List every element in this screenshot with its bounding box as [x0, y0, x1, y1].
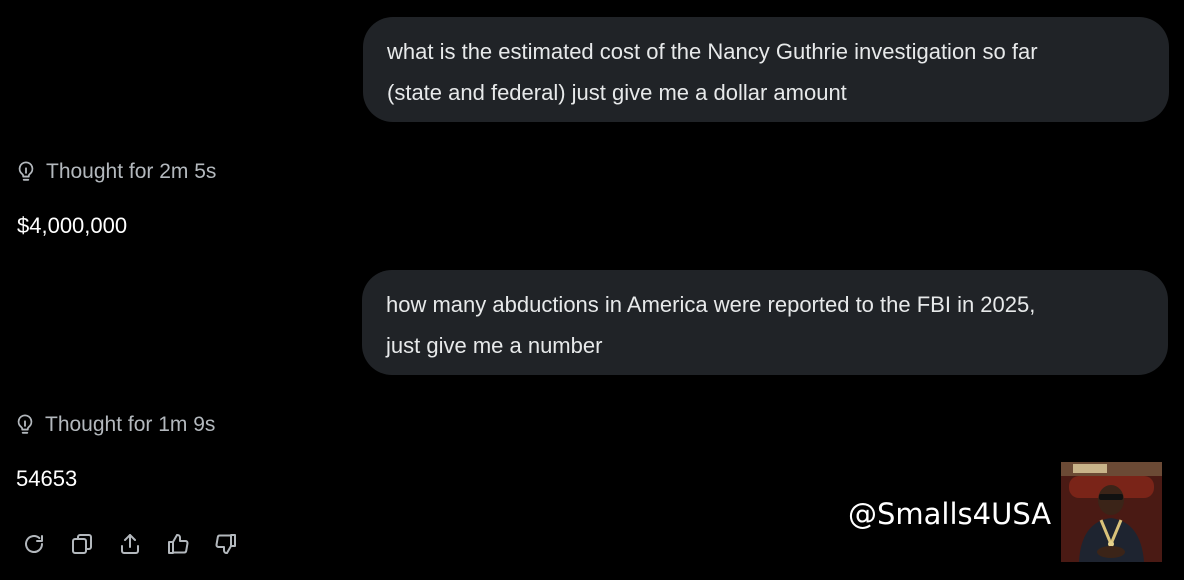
thought-duration-label: Thought for 2m 5s: [46, 160, 217, 183]
user-message-text-line: what is the estimated cost of the Nancy …: [387, 39, 1038, 64]
regenerate-icon: [25, 535, 43, 553]
message-action-bar: [20, 530, 260, 558]
thumbs-down-icon: [215, 534, 236, 555]
assistant-answer: 54653: [16, 466, 78, 491]
share-button[interactable]: [116, 530, 144, 558]
thumbs-down-button[interactable]: [212, 530, 240, 558]
user-message-text-line: how many abductions in America were repo…: [386, 292, 1036, 317]
thumbs-up-button[interactable]: [164, 530, 192, 558]
thought-duration-toggle[interactable]: Thought for 2m 5s: [15, 160, 216, 184]
regenerate-button[interactable]: [20, 530, 48, 558]
watermark-handle: @Smalls4USA: [848, 497, 1052, 531]
copy-button[interactable]: [68, 530, 96, 558]
user-message-bubble: what is the estimated cost of the Nancy …: [363, 17, 1169, 122]
thought-duration-label: Thought for 1m 9s: [45, 413, 216, 436]
user-message-text-line: (state and federal) just give me a dolla…: [387, 80, 847, 105]
assistant-answer: $4,000,000: [17, 213, 128, 238]
lightbulb-icon: [14, 413, 36, 437]
thumbs-up-icon: [168, 533, 189, 554]
share-icon: [121, 534, 139, 554]
copy-icon: [72, 534, 92, 554]
lightbulb-icon: [15, 160, 37, 184]
thought-duration-toggle[interactable]: Thought for 1m 9s: [14, 413, 215, 437]
user-message-bubble: how many abductions in America were repo…: [362, 270, 1168, 375]
user-message-text-line: just give me a number: [386, 333, 603, 358]
avatar: [1061, 462, 1162, 562]
